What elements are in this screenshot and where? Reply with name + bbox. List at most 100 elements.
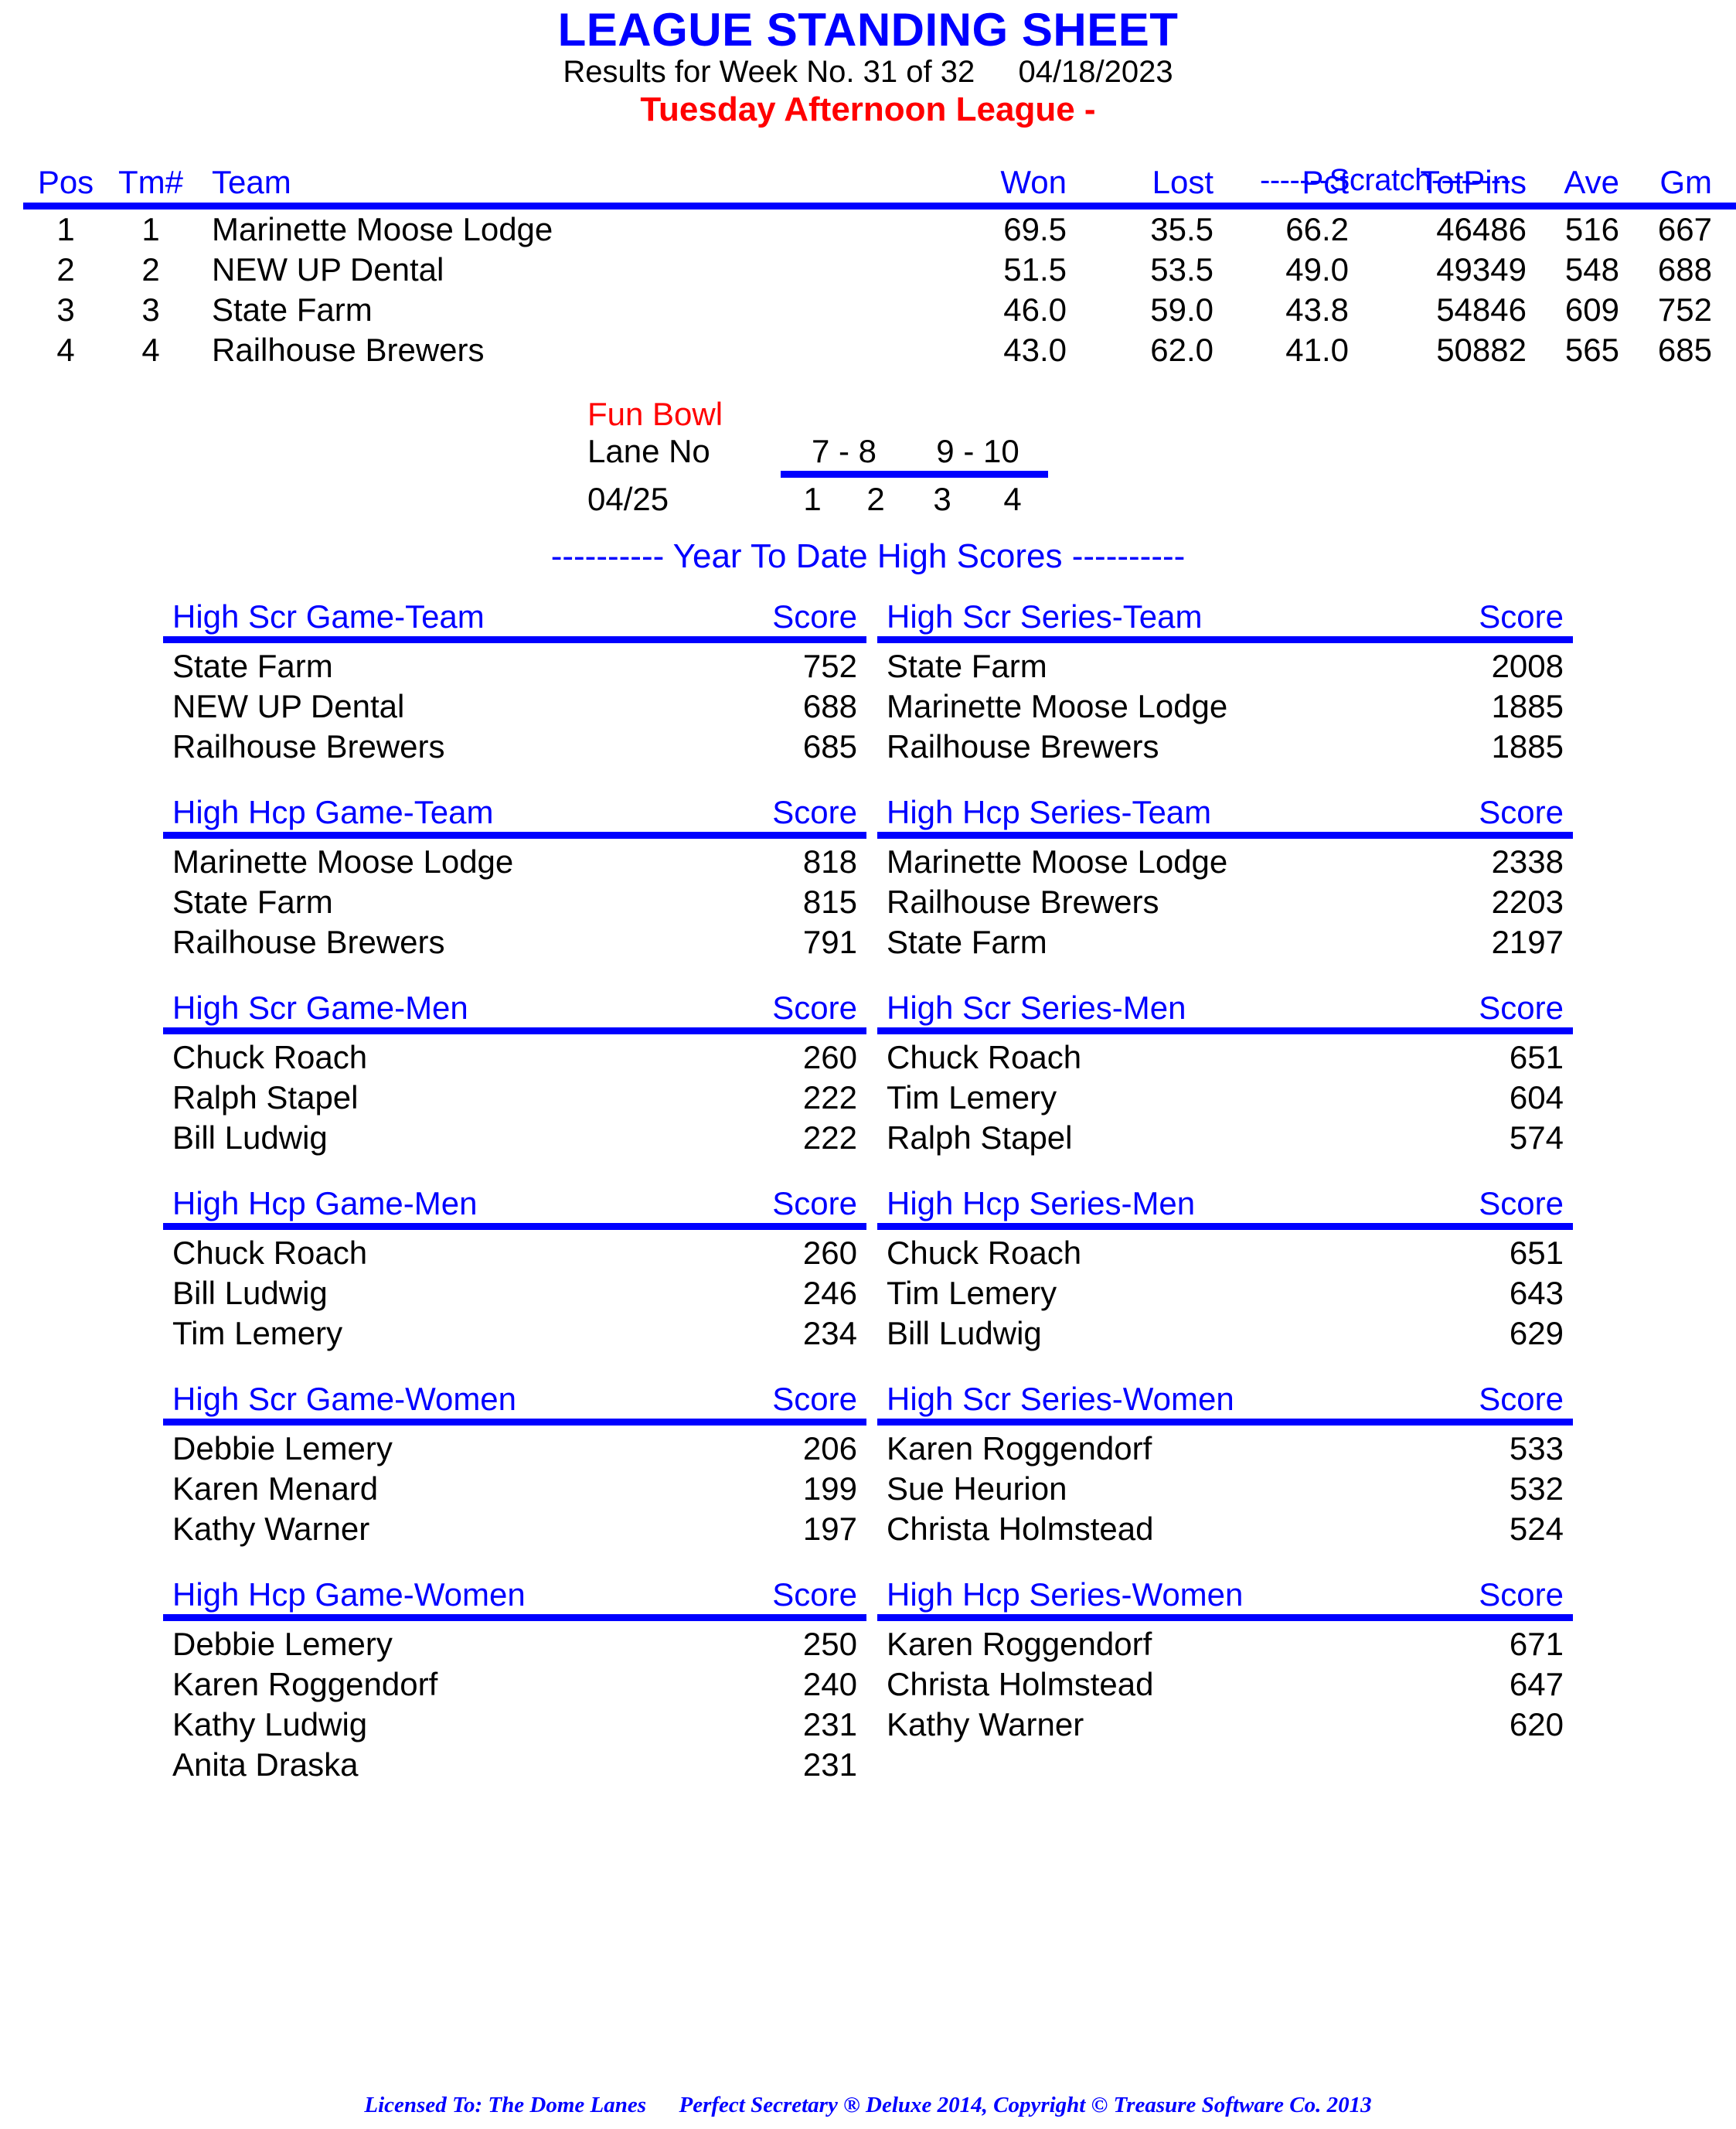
high-scores-section: High Scr Game-Team Score State Farm 752 N…: [0, 599, 1736, 1785]
high-score-pair: High Scr Game-Men Score Chuck Roach 260 R…: [0, 990, 1736, 1158]
horizontal-rule: [163, 1614, 866, 1621]
list-item: Debbie Lemery 250: [163, 1624, 866, 1664]
entry-score: 222: [802, 1119, 857, 1156]
high-score-pair: High Hcp Game-Men Score Chuck Roach 260 B…: [0, 1186, 1736, 1354]
high-score-title: High Scr Series-Women: [887, 1381, 1234, 1417]
entry-score: 651: [1509, 1039, 1564, 1075]
cell-tm: 3: [141, 291, 160, 328]
scratch-group-label: -------Scratch--------: [1260, 163, 1511, 197]
entry-name: Railhouse Brewers: [172, 728, 445, 765]
list-item: NEW UP Dental 688: [163, 686, 866, 727]
lane-assignment-row: 04/25 1 2 3 4: [587, 480, 1082, 519]
list-item: Railhouse Brewers 791: [163, 922, 866, 962]
entry-name: Chuck Roach: [887, 1235, 1082, 1271]
score-column-label: Score: [1479, 598, 1564, 635]
list-item: Tim Lemery 604: [877, 1078, 1573, 1118]
list-item: Christa Holmstead 647: [877, 1664, 1573, 1705]
entry-name: Tim Lemery: [887, 1275, 1057, 1311]
entry-name: Kathy Warner: [172, 1511, 370, 1547]
lane-team-4: 4: [1003, 481, 1022, 517]
list-item: Marinette Moose Lodge 1885: [877, 686, 1573, 727]
cell-gm: 685: [1657, 332, 1712, 368]
cell-gm: 667: [1657, 211, 1712, 247]
high-score-block: High Hcp Series-Team Score Marinette Moo…: [877, 795, 1573, 962]
entry-score: 250: [802, 1626, 857, 1662]
high-score-head: High Hcp Game-Women Score: [163, 1577, 866, 1614]
high-score-title: High Hcp Game-Team: [172, 794, 494, 830]
lane-team-2: 2: [866, 481, 885, 517]
horizontal-rule: [877, 1614, 1573, 1621]
entry-score: 532: [1509, 1470, 1564, 1507]
entry-name: Railhouse Brewers: [887, 728, 1159, 765]
licensed-to-text: Licensed To: The Dome Lanes: [364, 2093, 647, 2117]
document-footer: Licensed To: The Dome Lanes Perfect Secr…: [0, 2092, 1736, 2118]
horizontal-rule: [877, 1223, 1573, 1230]
entry-score: 643: [1509, 1275, 1564, 1311]
entry-name: Sue Heurion: [887, 1470, 1067, 1507]
high-score-title: High Scr Game-Team: [172, 598, 485, 635]
entry-name: Karen Menard: [172, 1470, 379, 1507]
cell-pct: 66.2: [1285, 211, 1349, 247]
lane-rule-row: [587, 471, 1082, 480]
horizontal-rule: [163, 832, 866, 839]
cell-tm: 1: [141, 211, 160, 247]
list-item: Debbie Lemery 206: [163, 1429, 866, 1469]
cell-gm: 688: [1657, 251, 1712, 288]
entry-name: Marinette Moose Lodge: [172, 843, 514, 880]
high-score-block: High Hcp Game-Team Score Marinette Moose…: [163, 795, 866, 962]
horizontal-rule: [163, 1223, 866, 1230]
list-item: Tim Lemery 643: [877, 1273, 1573, 1313]
high-score-title: High Hcp Series-Team: [887, 794, 1212, 830]
table-row: 2 2 NEW UP Dental 51.5 53.5 49.0 49349 5…: [23, 250, 1736, 290]
horizontal-rule: [877, 1419, 1573, 1426]
high-score-head: High Hcp Game-Men Score: [163, 1186, 866, 1223]
list-item: Chuck Roach 260: [163, 1233, 866, 1273]
cell-ser: 1885: [1712, 209, 1736, 250]
entry-name: Ralph Stapel: [887, 1119, 1073, 1156]
entry-name: State Farm: [887, 648, 1047, 684]
entry-score: 647: [1509, 1666, 1564, 1702]
high-score-head: High Scr Game-Team Score: [163, 599, 866, 636]
list-item: Karen Roggendorf 533: [877, 1429, 1573, 1469]
entry-score: 604: [1509, 1079, 1564, 1116]
ytd-high-scores-banner: ---------- Year To Date High Scores ----…: [550, 537, 1186, 575]
score-column-label: Score: [772, 1185, 857, 1221]
high-score-head: High Hcp Series-Team Score: [877, 795, 1573, 832]
list-item: Kathy Ludwig 231: [163, 1705, 866, 1745]
column-spacer: [866, 990, 877, 1158]
list-item: Karen Roggendorf 671: [877, 1624, 1573, 1664]
cell-ser: 2008: [1712, 290, 1736, 330]
high-score-title: High Hcp Game-Women: [172, 1576, 526, 1613]
entry-name: Karen Roggendorf: [887, 1626, 1152, 1662]
entry-score: 2008: [1491, 648, 1564, 684]
entry-score: 2197: [1491, 924, 1564, 960]
cell-ave: 609: [1564, 291, 1619, 328]
list-item: State Farm 2197: [877, 922, 1573, 962]
horizontal-rule: [163, 636, 866, 643]
entry-score: 2203: [1491, 884, 1564, 920]
score-column-label: Score: [1479, 1381, 1564, 1417]
entry-score: 2338: [1491, 843, 1564, 880]
list-item: Railhouse Brewers 685: [163, 727, 866, 767]
entry-name: Chuck Roach: [887, 1039, 1082, 1075]
entry-score: 688: [802, 688, 857, 724]
results-date: 04/18/2023: [1018, 55, 1173, 89]
cell-totpins: 50882: [1436, 332, 1527, 368]
entry-score: 197: [802, 1511, 857, 1547]
high-score-block: High Scr Series-Men Score Chuck Roach 651…: [877, 990, 1573, 1158]
cell-team: Marinette Moose Lodge: [212, 211, 553, 247]
list-item: Tim Lemery 234: [163, 1313, 866, 1354]
score-column-label: Score: [772, 1576, 857, 1613]
table-row: 3 3 State Farm 46.0 59.0 43.8 54846 609 …: [23, 290, 1736, 330]
list-item: State Farm 752: [163, 646, 866, 686]
list-item: Kathy Warner 620: [877, 1705, 1573, 1745]
high-score-block: High Scr Game-Team Score State Farm 752 N…: [163, 599, 866, 767]
entry-name: Marinette Moose Lodge: [887, 843, 1228, 880]
list-item: State Farm 815: [163, 882, 866, 922]
entry-name: State Farm: [172, 884, 333, 920]
high-score-head: High Scr Game-Men Score: [163, 990, 866, 1027]
column-spacer: [866, 1186, 877, 1354]
horizontal-rule: [877, 832, 1573, 839]
lane-schedule-section: Fun Bowl Lane No 7 - 8 9 - 10 04/25 1 2 …: [0, 397, 1736, 520]
entry-name: Debbie Lemery: [172, 1430, 393, 1466]
